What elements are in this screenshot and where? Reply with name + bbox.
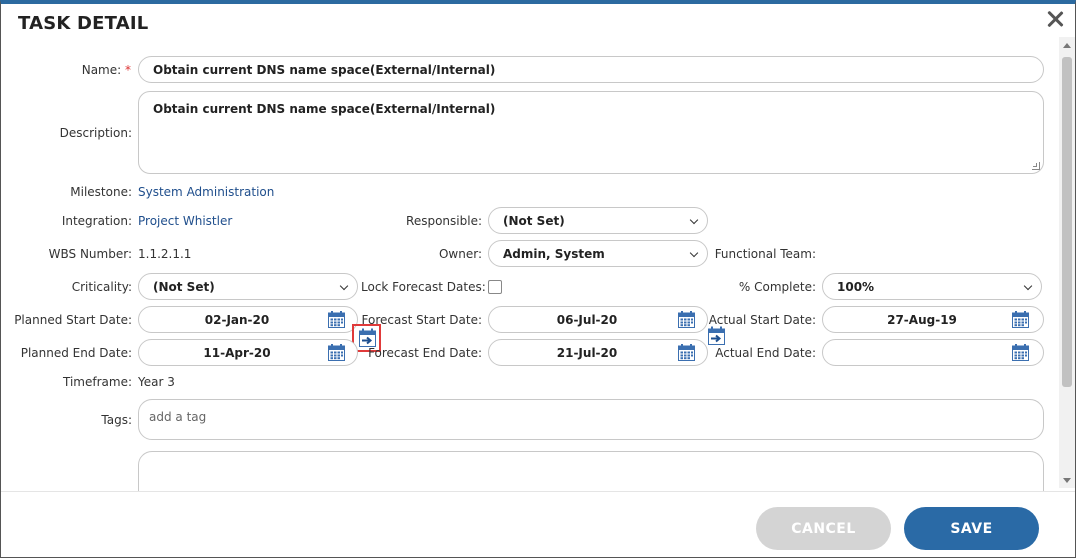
chevron-down-icon [1023,281,1033,291]
timeframe-label: Timeframe: [63,375,132,389]
planned-end-label: Planned End Date: [20,346,132,360]
save-button[interactable]: SAVE [904,507,1039,550]
percent-complete-select[interactable]: 100% [822,273,1042,300]
description-field[interactable]: Obtain current DNS name space(External/I… [138,91,1044,174]
close-icon[interactable] [1044,8,1066,30]
responsible-select[interactable]: (Not Set) [488,207,708,234]
calendar-icon[interactable] [1012,344,1029,361]
criticality-label: Criticality: [71,280,132,294]
resize-handle-icon[interactable] [1032,162,1040,170]
criticality-select[interactable]: (Not Set) [138,273,358,300]
name-label: Name: * [81,63,131,77]
responsible-label: Responsible: [406,214,482,228]
percent-complete-label: % Complete: [738,280,816,294]
description-label: Description: [59,126,132,140]
timeframe-value: Year 3 [138,375,175,389]
forecast-start-field[interactable]: 06-Jul-20 [488,306,708,333]
chevron-down-icon [689,215,699,225]
calendar-icon[interactable] [678,311,695,328]
chevron-down-icon [339,281,349,291]
calendar-icon[interactable] [678,344,695,361]
scrollbar[interactable] [1059,37,1075,488]
wbs-number-label: WBS Number: [48,247,132,261]
chevron-down-icon [689,248,699,258]
planned-start-label: Planned Start Date: [14,313,132,327]
copy-forecast-to-actual-icon[interactable] [708,326,725,345]
owner-select[interactable]: Admin, System [488,240,708,267]
name-field[interactable]: Obtain current DNS name space(External/I… [138,56,1044,83]
functional-team-label: Functional Team: [714,247,816,261]
owner-label: Owner: [438,247,482,261]
lock-forecast-dates-label: Lock Forecast Dates: [361,280,486,294]
integration-label: Integration: [61,214,132,228]
milestone-label: Milestone: [70,185,132,199]
calendar-icon[interactable] [1012,311,1029,328]
scrollbar-thumb[interactable] [1062,57,1072,387]
planned-end-field[interactable]: 11-Apr-20 [138,339,358,366]
scroll-down-icon[interactable] [1063,478,1071,483]
lock-forecast-dates-checkbox[interactable] [488,280,502,294]
wbs-number-value: 1.1.2.1.1 [138,247,192,261]
forecast-end-field[interactable]: 21-Jul-20 [488,339,708,366]
forecast-end-label: Forecast End Date: [368,346,482,360]
tags-input[interactable]: add a tag [138,399,1044,440]
dialog-footer: CANCEL SAVE [1,491,1075,557]
calendar-icon[interactable] [328,344,345,361]
actual-end-field[interactable] [822,339,1044,366]
integration-link[interactable]: Project Whistler [138,214,232,228]
description-text: Obtain current DNS name space(External/I… [153,102,496,116]
actual-start-field[interactable]: 27-Aug-19 [822,306,1044,333]
actual-start-label: Actual Start Date: [708,313,816,327]
dialog-title: TASK DETAIL [18,13,149,34]
required-mark: * [125,63,131,77]
tags-label: Tags: [101,413,132,427]
scroll-up-icon[interactable] [1063,43,1071,48]
planned-start-field[interactable]: 02-Jan-20 [138,306,358,333]
actual-end-label: Actual End Date: [715,346,816,360]
cancel-button[interactable]: CANCEL [756,507,891,550]
task-detail-dialog: TASK DETAIL Name: * Obtain current DNS n… [0,0,1076,558]
milestone-link[interactable]: System Administration [138,185,274,199]
calendar-icon[interactable] [328,311,345,328]
